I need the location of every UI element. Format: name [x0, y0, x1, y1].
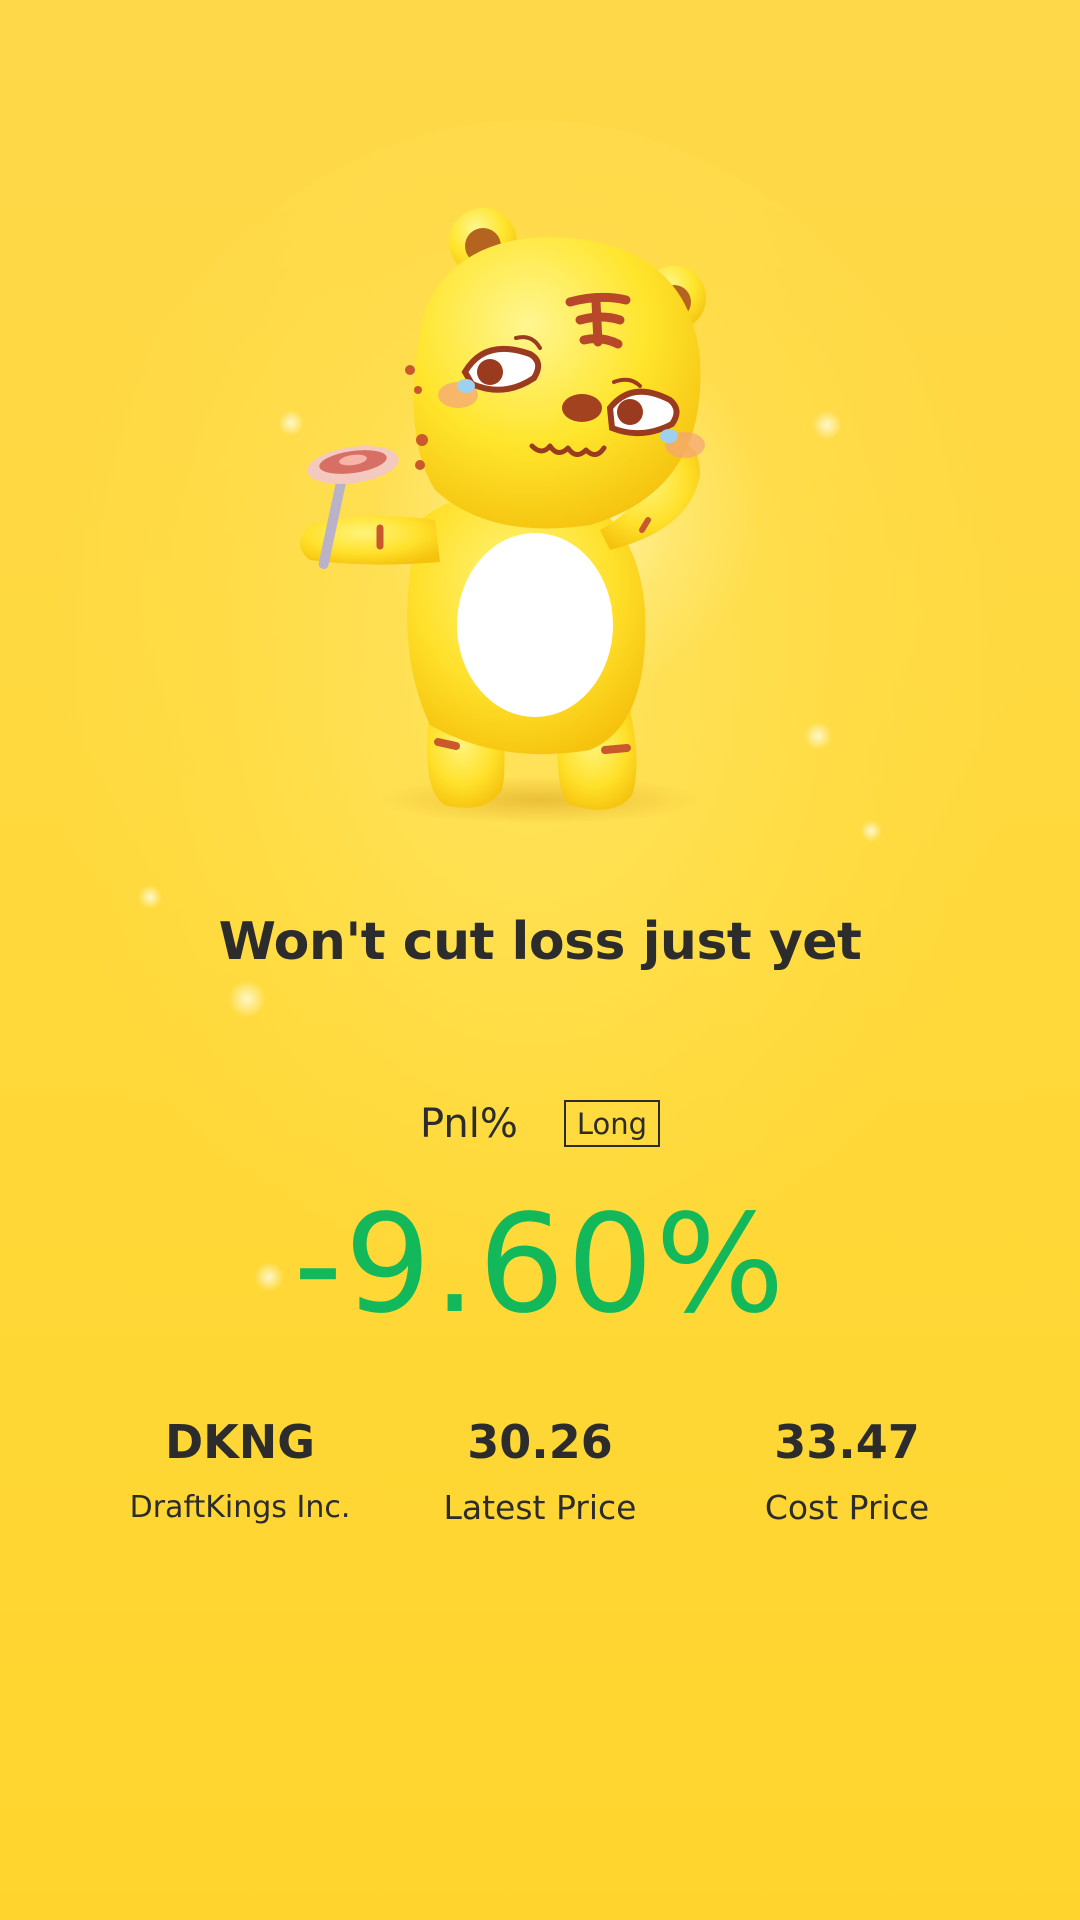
sparkle — [812, 410, 842, 440]
headline: Won't cut loss just yet — [218, 912, 862, 972]
stat-latest-price: 30.26 Latest Price — [390, 1412, 690, 1530]
pnl-label: Pnl% — [419, 1100, 518, 1147]
ticker-symbol: DKNG — [164, 1415, 316, 1469]
stat-symbol: DKNG DraftKings Inc. — [90, 1412, 390, 1530]
sparkle — [860, 820, 882, 842]
company-name: DraftKings Inc. — [129, 1490, 351, 1525]
cost-price-value: 33.47 — [774, 1415, 920, 1469]
sparkle — [228, 980, 266, 1018]
pnl-percent-value: -9.60% — [293, 1186, 787, 1344]
share-card: Won't cut loss just yet Pnl% Long -9.60%… — [0, 0, 1080, 1920]
stat-cost-price: 33.47 Cost Price — [697, 1412, 997, 1530]
pnl-header: Pnl% Long — [0, 1100, 1080, 1147]
latest-price-value: 30.26 — [467, 1415, 613, 1469]
sparkle — [138, 885, 162, 909]
latest-price-label: Latest Price — [443, 1488, 637, 1527]
position-side-badge: Long — [563, 1100, 661, 1147]
tiger-mascot-icon — [300, 208, 706, 824]
cost-price-label: Cost Price — [764, 1488, 930, 1527]
